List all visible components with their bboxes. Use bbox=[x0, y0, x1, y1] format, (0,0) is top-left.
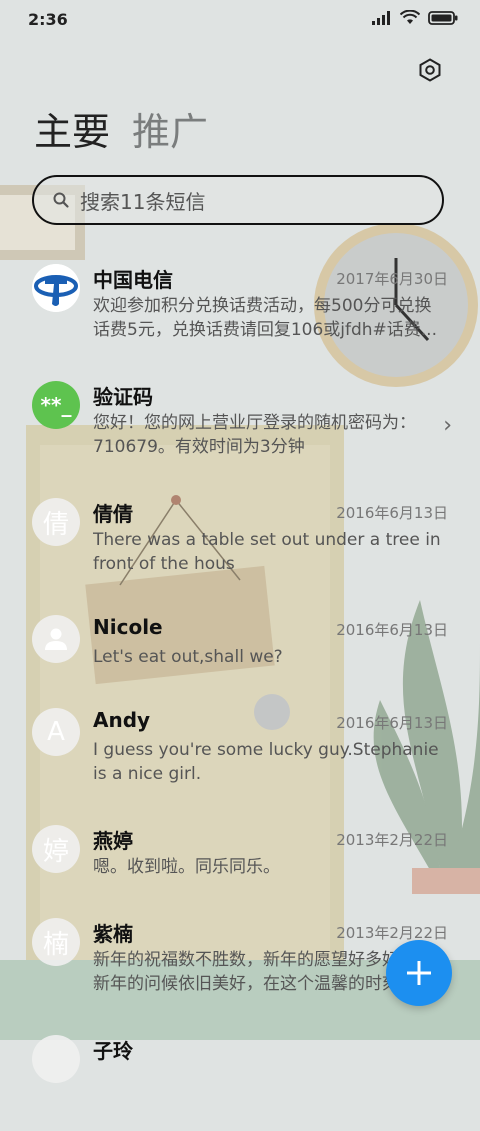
tab-bar: 主要 推广 bbox=[34, 108, 208, 156]
contact-name: 验证码 bbox=[93, 385, 153, 409]
message-preview: 您好！您的网上营业厅登录的随机密码为：710679。有效时间为3分钟 bbox=[93, 413, 416, 457]
message-preview: 嗯。收到啦。同乐同乐。 bbox=[93, 857, 280, 877]
search-icon bbox=[52, 191, 70, 209]
message-date: 2016年6月13日 bbox=[336, 714, 448, 732]
conversation-item[interactable]: 子玲 bbox=[0, 1021, 480, 1131]
avatar bbox=[32, 1035, 80, 1083]
person-icon bbox=[45, 628, 67, 650]
message-date: 2016年6月13日 bbox=[336, 504, 448, 522]
contact-name: 燕婷 bbox=[93, 829, 133, 853]
status-icons bbox=[372, 10, 458, 25]
contact-name: Nicole bbox=[93, 615, 163, 639]
avatar: 楠 bbox=[32, 918, 80, 966]
contact-name: 子玲 bbox=[93, 1039, 133, 1063]
avatar: A bbox=[32, 708, 80, 756]
message-preview: Let's eat out,shall we? bbox=[93, 647, 283, 667]
avatar bbox=[32, 615, 80, 663]
compose-button[interactable] bbox=[386, 940, 452, 1006]
signal-icon bbox=[372, 10, 390, 25]
message-date: 2013年2月22日 bbox=[336, 831, 448, 849]
china-telecom-logo-icon bbox=[32, 264, 80, 312]
conversation-item[interactable]: **_ 验证码 您好！您的网上营业厅登录的随机密码为：710679。有效时间为3… bbox=[0, 367, 480, 477]
contact-name: 倩倩 bbox=[93, 502, 133, 526]
tab-primary[interactable]: 主要 bbox=[34, 108, 110, 156]
avatar: 婷 bbox=[32, 825, 80, 873]
status-time: 2:36 bbox=[28, 10, 68, 29]
conversation-item[interactable]: 倩 倩倩 2016年6月13日 There was a table set ou… bbox=[0, 484, 480, 594]
message-date: 2017年6月30日 bbox=[336, 270, 448, 288]
plus-icon bbox=[407, 961, 431, 985]
search-placeholder: 搜索11条短信 bbox=[80, 189, 206, 214]
message-preview: There was a table set out under a tree i… bbox=[93, 530, 441, 574]
verification-code-avatar: **_ bbox=[32, 381, 80, 429]
wifi-icon bbox=[400, 10, 420, 24]
contact-name: Andy bbox=[93, 708, 151, 732]
message-date: 2013年2月22日 bbox=[336, 924, 448, 942]
search-bar[interactable]: 搜索11条短信 bbox=[32, 175, 444, 225]
status-bar: 2:36 bbox=[0, 0, 480, 42]
settings-button[interactable] bbox=[414, 54, 446, 86]
conversation-item[interactable]: 中国电信 2017年6月30日 欢迎参加积分兑换话费活动，每500分可兑换话费5… bbox=[0, 250, 480, 360]
contact-name: 紫楠 bbox=[93, 922, 133, 946]
message-date: 2016年6月13日 bbox=[336, 621, 448, 639]
avatar: 倩 bbox=[32, 498, 80, 546]
china-telecom-avatar bbox=[32, 264, 80, 312]
chevron-right-icon[interactable]: › bbox=[443, 413, 452, 438]
conversation-item[interactable]: A Andy 2016年6月13日 I guess you're some lu… bbox=[0, 694, 480, 804]
battery-icon bbox=[428, 10, 458, 25]
tab-promotions[interactable]: 推广 bbox=[132, 108, 208, 156]
settings-hexagon-icon bbox=[419, 58, 441, 82]
contact-name: 中国电信 bbox=[93, 268, 173, 292]
message-preview: I guess you're some lucky guy.Stephanie … bbox=[93, 740, 439, 784]
message-preview: 欢迎参加积分兑换话费活动，每500分可兑换话费5元，兑换话费请回复106或jfd… bbox=[93, 296, 437, 340]
